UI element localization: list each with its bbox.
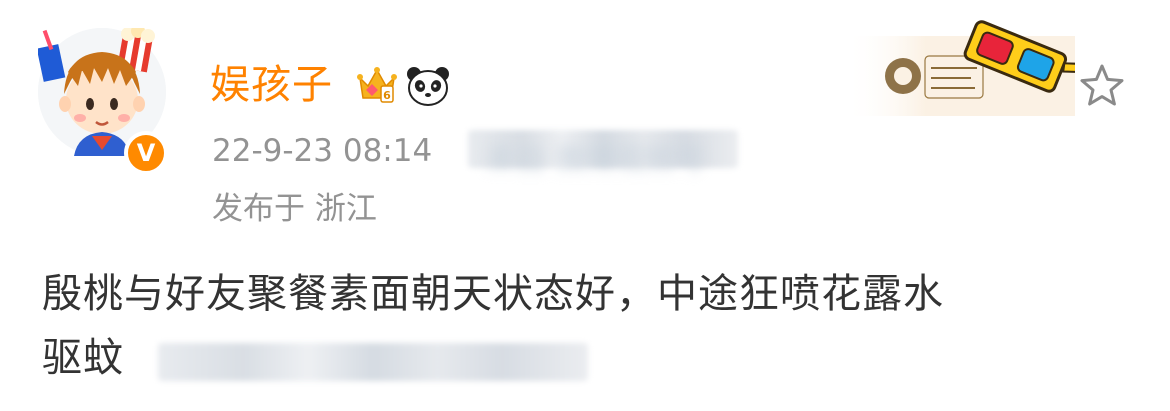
post-timestamp: 22-9-23 08:14 [212,133,433,169]
verified-badge-icon: V [124,131,168,175]
panda-icon[interactable] [406,66,450,106]
crown-vip-icon[interactable]: 6 [356,66,398,106]
redacted-link-blur[interactable] [158,343,588,381]
author-name[interactable]: 娱孩子 [210,52,333,110]
post-text-line: 殷桃与好友聚餐素面朝天状态好，中途狂喷花露水 [42,271,944,317]
star-favorite-icon[interactable] [1078,62,1126,110]
post-source[interactable]: 来自 微博视频号 [486,134,706,178]
svg-text:6: 6 [383,89,391,102]
verified-badge-label: V [136,139,156,167]
weibo-movie-night-badge[interactable] [845,18,1075,118]
post-location: 发布于 浙江 [212,191,377,227]
